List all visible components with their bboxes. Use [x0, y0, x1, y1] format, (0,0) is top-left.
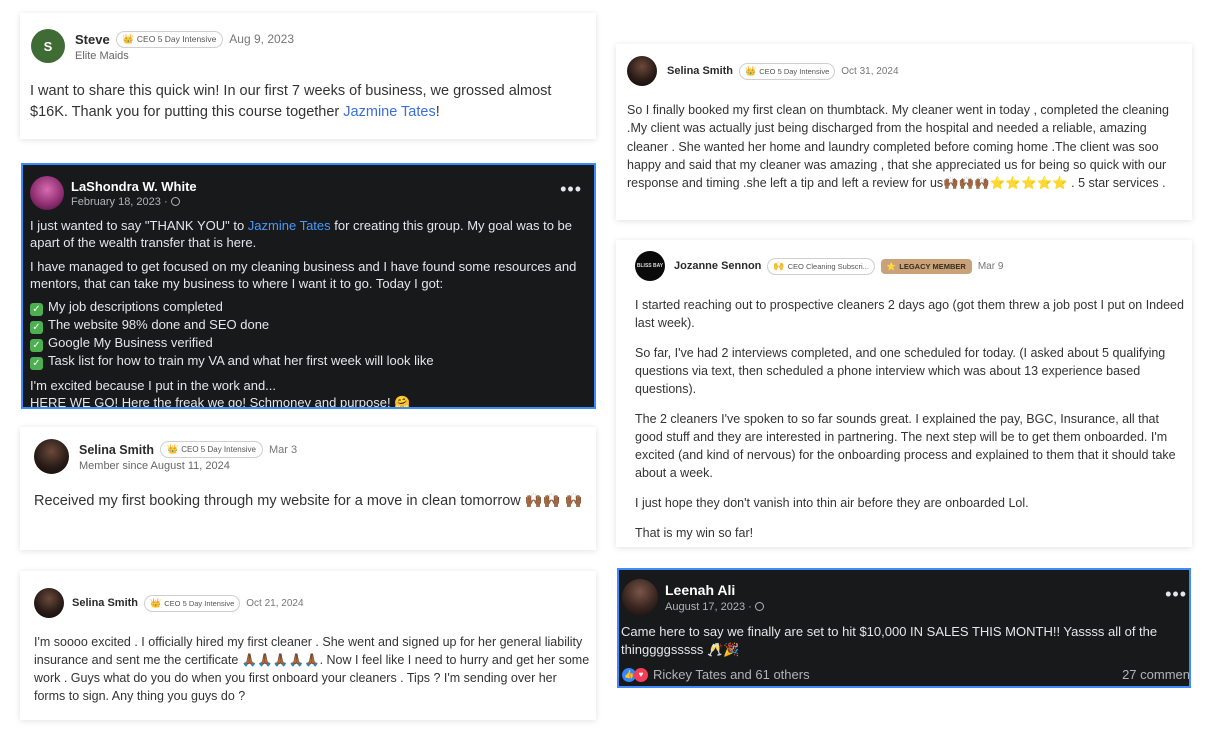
avatar[interactable]: [34, 439, 69, 474]
member-since: Member since August 11, 2024: [79, 460, 230, 472]
avatar[interactable]: [30, 176, 64, 210]
post-date: Aug 9, 2023: [229, 32, 295, 46]
avatar-logo-text: BLISS BAY: [636, 263, 664, 269]
post-text: I'm soooo excited . I officially hired m…: [34, 635, 590, 703]
crown-icon: 👑: [150, 597, 162, 608]
author-name[interactable]: Jozanne Sennon: [674, 260, 761, 272]
check-icon: ✓: [30, 357, 43, 370]
badge-label: CEO Cleaning Subscri...: [787, 261, 869, 271]
more-options-icon[interactable]: •••: [1165, 584, 1187, 605]
post-text-part: I just wanted to say "THANK YOU" to: [30, 218, 248, 233]
post-text: Came here to say we finally are set to h…: [621, 624, 1158, 657]
list-item: ✓ The website 98% done and SEO done: [30, 316, 590, 334]
post-paragraph: I started reaching out to prospective cl…: [635, 298, 1184, 330]
avatar-initial: S: [43, 38, 53, 54]
legacy-label: LEGACY MEMBER: [899, 261, 966, 271]
post-paragraph: The 2 cleaners I've spoken to so far sou…: [635, 412, 1176, 480]
course-badge: 👑 CEO 5 Day Intensive: [144, 594, 241, 612]
list-item: ✓ Google My Business verified: [30, 334, 590, 352]
course-badge: 🙌 CEO Cleaning Subscri...: [767, 257, 875, 275]
course-badge: 👑 CEO 5 Day Intensive: [160, 441, 263, 458]
post-text: Received my first booking through my web…: [34, 493, 583, 509]
check-icon: ✓: [30, 339, 43, 352]
post-text: I want to share this quick win! In our f…: [30, 81, 586, 123]
badge-label: CEO 5 Day Intensive: [759, 66, 830, 76]
avatar[interactable]: [627, 56, 657, 86]
list-item-text: The website 98% done and SEO done: [48, 317, 270, 332]
post-card-selina-oct21: Selina Smith 👑 CEO 5 Day Intensive Oct 2…: [20, 571, 596, 720]
author-name[interactable]: Selina Smith: [79, 443, 154, 457]
post-text: So I finally booked my first clean on th…: [627, 103, 1169, 191]
post-card-leenah: Leenah Ali August 17, 2023 · ••• Came he…: [617, 568, 1191, 688]
author-name[interactable]: Selina Smith: [72, 597, 138, 609]
post-date: Oct 31, 2024: [841, 65, 899, 77]
course-badge: 👑 CEO 5 Day Intensive: [739, 62, 836, 80]
comments-count[interactable]: 27 commen: [1122, 667, 1189, 682]
list-item: ✓ My job descriptions completed: [30, 298, 590, 316]
post-paragraph: I'm excited because I put in the work an…: [30, 378, 277, 393]
author-name[interactable]: Leenah Ali: [665, 582, 764, 598]
post-card-selina-oct31: Selina Smith 👑 CEO 5 Day Intensive Oct 3…: [616, 44, 1192, 220]
post-paragraph: HERE WE GO! Here the freak we go! Schmon…: [30, 395, 411, 409]
hands-icon: 🙌: [773, 260, 785, 271]
post-date: Oct 21, 2024: [246, 597, 304, 609]
post-card-steve: S Steve 👑 CEO 5 Day Intensive Aug 9, 202…: [20, 13, 596, 139]
post-date-text: February 18, 2023 ·: [71, 195, 168, 208]
avatar[interactable]: BLISS BAY: [635, 251, 665, 281]
post-paragraph: I just wanted to say "THANK YOU" to Jazm…: [30, 217, 590, 251]
post-card-selina-mar: Selina Smith 👑 CEO 5 Day Intensive Mar 3…: [20, 427, 596, 550]
checklist: ✓ My job descriptions completed ✓ The webs…: [30, 298, 590, 370]
author-name[interactable]: Selina Smith: [667, 65, 733, 77]
post-paragraph: I have managed to get focused on my clea…: [30, 259, 577, 291]
post-paragraph: So far, I've had 2 interviews completed,…: [635, 346, 1166, 396]
list-item-text: Google My Business verified: [48, 335, 213, 350]
crown-icon: 👑: [122, 33, 134, 44]
post-card-jozanne: BLISS BAY Jozanne Sennon 🙌 CEO Cleaning …: [616, 240, 1192, 547]
post-paragraph: I just hope they don't vanish into thin …: [635, 496, 1029, 510]
post-paragraph: That is my win so far!: [635, 526, 754, 540]
author-name[interactable]: Steve: [75, 32, 110, 47]
author-company: Elite Maids: [75, 49, 129, 62]
globe-icon: [754, 601, 764, 611]
post-date: August 17, 2023 ·: [665, 601, 764, 613]
crown-icon: 👑: [745, 65, 757, 76]
post-text-part: I want to share this quick win! In our f…: [30, 83, 552, 120]
check-icon: ✓: [30, 321, 43, 334]
more-options-icon[interactable]: •••: [560, 179, 582, 200]
post-date: Mar 3: [268, 443, 298, 456]
badge-label: CEO 5 Day Intensive: [181, 445, 256, 454]
legacy-badge: ⭐ LEGACY MEMBER: [880, 258, 972, 274]
crown-icon: 👑: [167, 444, 179, 454]
post-date: February 18, 2023 ·: [71, 196, 197, 208]
avatar[interactable]: [622, 579, 658, 615]
avatar[interactable]: S: [31, 29, 65, 63]
reactions-count[interactable]: Rickey Tates and 61 others: [653, 667, 810, 682]
course-badge: 👑 CEO 5 Day Intensive: [115, 30, 224, 48]
badge-label: CEO 5 Day Intensive: [136, 34, 217, 44]
mention-link[interactable]: Jazmine Tates: [248, 218, 331, 233]
author-name[interactable]: LaShondra W. White: [71, 179, 197, 194]
list-item-text: My job descriptions completed: [48, 299, 223, 314]
post-date-text: August 17, 2023 ·: [665, 600, 752, 613]
mention-link[interactable]: Jazmine Tates: [343, 104, 435, 120]
post-text-part: !: [435, 104, 440, 120]
badge-label: CEO 5 Day Intensive: [164, 598, 235, 608]
check-icon: ✓: [30, 303, 43, 316]
globe-icon: [170, 196, 180, 206]
love-icon[interactable]: ♥: [634, 667, 648, 682]
post-date: Mar 9: [977, 260, 1004, 272]
list-item: ✓ Task list for how to train my VA and wh…: [30, 352, 590, 370]
list-item-text: Task list for how to train my VA and wha…: [48, 353, 434, 368]
avatar[interactable]: [34, 588, 64, 618]
legacy-icon: ⭐: [886, 261, 897, 271]
post-card-lashondra: LaShondra W. White February 18, 2023 · •…: [21, 163, 596, 409]
